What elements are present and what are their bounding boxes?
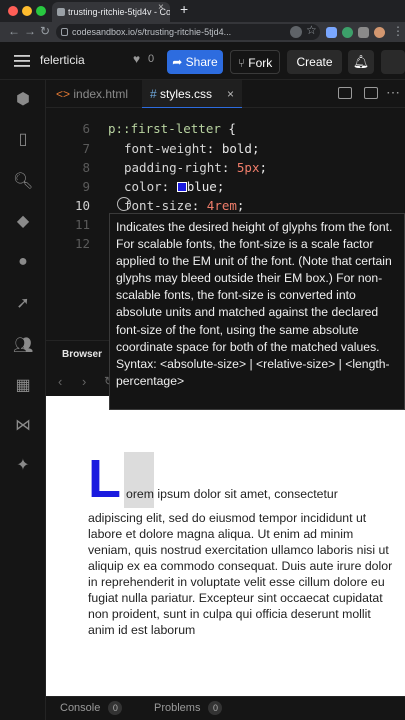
back-arrow-icon[interactable]: ←	[8, 24, 20, 38]
close-window-button[interactable]	[8, 6, 18, 16]
browser-tab-bar: trusting-ritchie-5tjd4v - Code × +	[0, 0, 405, 22]
tab-styles-css[interactable]: # styles.css ×	[142, 80, 242, 108]
drop-cap-letter: L	[88, 449, 121, 509]
profile-avatar[interactable]	[374, 27, 385, 38]
bookmark-star-icon[interactable]: ☆	[306, 23, 317, 37]
tab-index-html[interactable]: <> index.html	[56, 80, 128, 108]
search-icon[interactable]: 🔍︎	[13, 172, 33, 192]
css-property: font-size	[124, 198, 192, 213]
vscode-icon[interactable]: ⋈	[13, 416, 33, 436]
project-name[interactable]: felerticia	[40, 53, 85, 67]
github-icon[interactable]: ●	[13, 252, 33, 272]
deployment-icon[interactable]: ◆	[13, 212, 33, 232]
new-tab-icon[interactable]: +	[180, 1, 188, 17]
css-file-icon: #	[150, 87, 161, 101]
puzzle-extensions-icon[interactable]	[358, 27, 369, 38]
notification-bell-icon[interactable]: 🔔︎	[348, 50, 374, 74]
line-number: 9	[82, 179, 90, 194]
docker-icon[interactable]: ▦	[13, 376, 33, 396]
code-line: p::first-letter {	[108, 121, 236, 136]
share-icon: ➦	[172, 55, 186, 69]
css-value: bold	[221, 141, 252, 156]
bottom-panel: Console 0 Problems 0	[46, 696, 405, 720]
browser-tab[interactable]: Browser	[62, 349, 102, 360]
paragraph-body: adipiscing elit, sed do eiusmod tempor i…	[88, 511, 393, 637]
url-text: codesandbox.io/s/trusting-ritchie-5tjd4.…	[72, 27, 232, 37]
html-file-icon: <>	[56, 87, 74, 101]
line-number: 6	[82, 121, 90, 136]
tab-label: index.html	[73, 87, 129, 101]
css-hover-tooltip: Indicates the desired height of glyphs f…	[109, 213, 405, 410]
circle-extension-icon[interactable]	[342, 27, 353, 38]
lock-icon	[61, 28, 68, 36]
console-tab[interactable]: Console 0	[60, 701, 123, 715]
line-number: 8	[82, 160, 90, 175]
css-property: font-weight	[124, 141, 207, 156]
heart-icon[interactable]: ♥	[133, 52, 140, 66]
tab-close-icon[interactable]: ×	[158, 2, 164, 13]
more-options-icon[interactable]: ⋯	[386, 84, 400, 101]
file-icon[interactable]: ▯	[13, 130, 33, 150]
line-number: 12	[74, 236, 90, 251]
create-label: Create	[296, 55, 333, 69]
code-line: color: blue;	[124, 179, 225, 194]
shield-extension-icon[interactable]	[326, 27, 337, 38]
console-label: Console	[60, 702, 101, 714]
preview-forward-icon[interactable]: ›	[82, 374, 86, 389]
close-tab-icon[interactable]: ×	[227, 80, 234, 108]
create-button[interactable]: Create	[287, 50, 342, 74]
share-label: Share	[185, 55, 218, 69]
maximize-window-button[interactable]	[36, 6, 46, 16]
code-line: padding-right: 5px;	[124, 160, 268, 175]
color-swatch[interactable]	[176, 182, 187, 192]
favicon-icon	[57, 8, 65, 16]
css-value: blue	[186, 179, 217, 194]
url-field[interactable]: codesandbox.io/s/trusting-ritchie-5tjd4.…	[56, 24, 320, 40]
reload-icon[interactable]: ↻	[40, 24, 50, 38]
activity-bar: ⬢ ▯ 🔍︎ ◆ ● ➚ 👥︎ ▦ ⋈ ✦	[0, 80, 46, 720]
css-property: padding-right	[124, 160, 222, 175]
hamburger-menu-icon[interactable]	[14, 55, 30, 67]
problems-label: Problems	[154, 702, 201, 714]
cube-explorer-icon[interactable]: ⬢	[13, 90, 33, 110]
address-bar-row: ← → ↻ codesandbox.io/s/trusting-ritchie-…	[0, 22, 405, 42]
paragraph-first-line: orem ipsum dolor sit amet, consectetur	[126, 487, 338, 501]
browser-tab-title: trusting-ritchie-5tjd4v - Code	[68, 7, 170, 17]
css-value: 4rem	[206, 198, 237, 213]
preview-pane: L orem ipsum dolor sit amet, consectetur…	[46, 396, 405, 696]
code-line: font-weight: bold;	[124, 141, 260, 156]
google-lens-icon[interactable]	[290, 26, 302, 38]
share-button[interactable]: ➦ Share	[167, 50, 223, 74]
rocket-icon[interactable]: ➚	[13, 294, 33, 314]
preview-back-icon[interactable]: ‹	[58, 374, 62, 389]
fork-icon: ⑂	[237, 56, 249, 70]
fork-button[interactable]: ⑂ Fork	[230, 50, 280, 74]
live-users-icon[interactable]: 👥︎	[13, 336, 33, 356]
like-count: 0	[148, 53, 155, 65]
css-value: 5px	[236, 160, 260, 175]
preview-toggle-icon[interactable]	[364, 87, 378, 99]
line-number: 10	[74, 198, 90, 213]
minimize-window-button[interactable]	[22, 6, 32, 16]
console-count-badge: 0	[108, 701, 123, 715]
line-number: 11	[74, 217, 90, 232]
forward-arrow-icon[interactable]: →	[24, 24, 36, 38]
sparkle-ai-icon[interactable]: ✦	[13, 456, 33, 476]
text-cursor-icon	[117, 197, 131, 211]
more-menu-icon[interactable]: ⋮	[392, 24, 404, 38]
tab-label: styles.css	[160, 87, 213, 101]
avatar[interactable]	[381, 50, 405, 74]
problems-tab[interactable]: Problems 0	[154, 701, 223, 715]
split-editor-icon[interactable]	[338, 87, 352, 99]
codesandbox-header: felerticia ♥ 0 ➦ Share ⑂ Fork Create 🔔︎	[0, 42, 405, 80]
browser-tab[interactable]: trusting-ritchie-5tjd4v - Code	[52, 2, 170, 22]
fork-label: Fork	[248, 56, 273, 70]
problems-count-badge: 0	[208, 701, 223, 715]
editor-tab-bar: <> index.html # styles.css × ⋯	[46, 80, 405, 108]
code-punct: {	[220, 121, 236, 136]
line-number: 7	[82, 141, 90, 156]
code-line: font-size: 4rem;	[124, 198, 245, 213]
css-property: color	[124, 179, 162, 194]
css-selector: p::first-letter	[108, 121, 221, 136]
